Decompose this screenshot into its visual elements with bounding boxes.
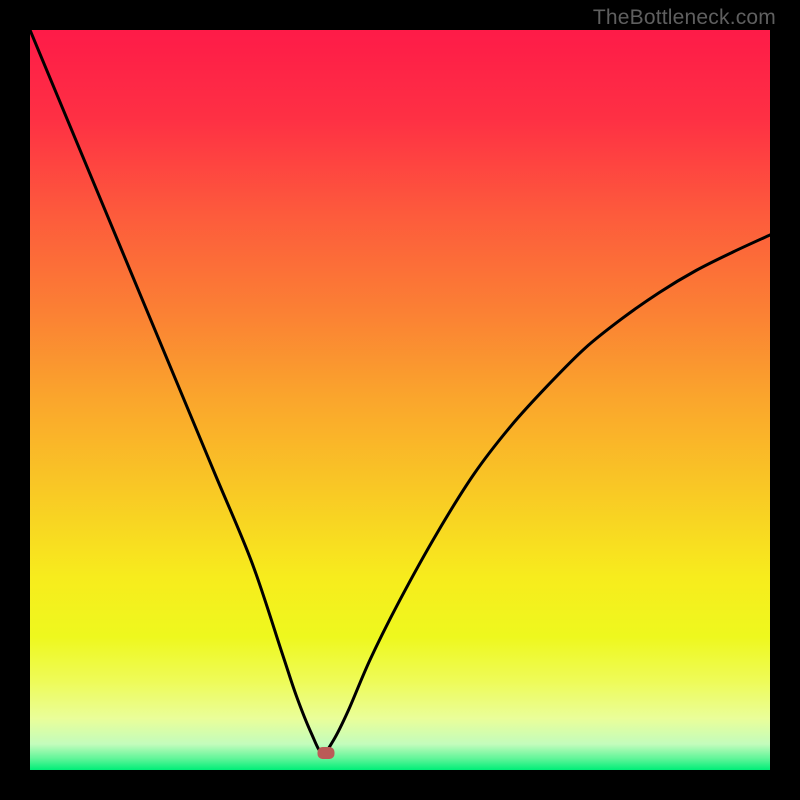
chart-frame: TheBottleneck.com	[0, 0, 800, 800]
watermark-text: TheBottleneck.com	[593, 6, 776, 30]
bottleneck-curve	[30, 30, 770, 770]
optimal-point-marker	[318, 747, 335, 759]
plot-area	[30, 30, 770, 770]
